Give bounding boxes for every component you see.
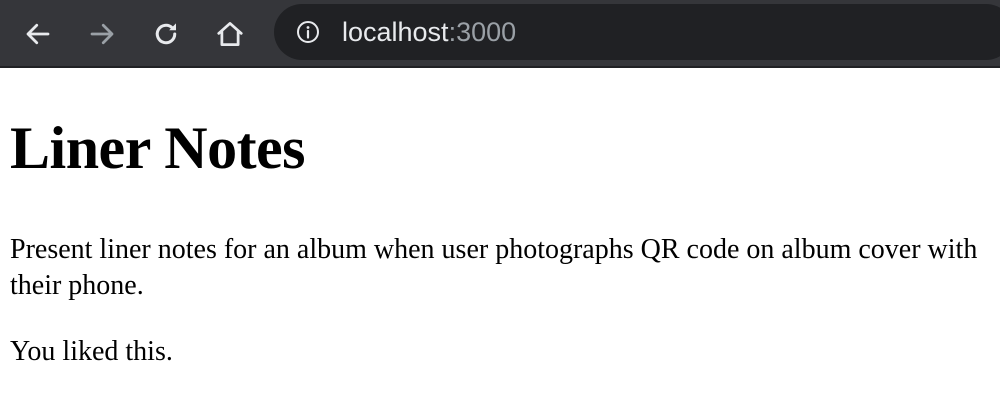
page-description: Present liner notes for an album when us… bbox=[10, 234, 978, 301]
home-button[interactable] bbox=[210, 14, 250, 54]
info-icon[interactable] bbox=[296, 20, 320, 44]
like-status: You liked this. bbox=[10, 336, 173, 367]
url-host: localhost bbox=[342, 17, 449, 47]
reload-button[interactable] bbox=[146, 14, 186, 54]
home-icon bbox=[217, 22, 243, 46]
page-content: Liner Notes Present liner notes for an a… bbox=[10, 70, 990, 370]
arrow-left-icon bbox=[26, 23, 50, 45]
browser-toolbar: localhost:3000 bbox=[0, 0, 1000, 68]
arrow-right-icon bbox=[90, 23, 114, 45]
forward-button[interactable] bbox=[82, 14, 122, 54]
url-port: :3000 bbox=[448, 17, 517, 47]
page-title: Liner Notes bbox=[10, 115, 306, 181]
url-text[interactable]: localhost:3000 bbox=[342, 17, 516, 47]
address-bar[interactable]: localhost:3000 bbox=[274, 4, 1000, 60]
back-button[interactable] bbox=[18, 14, 58, 54]
reload-icon bbox=[155, 23, 177, 45]
